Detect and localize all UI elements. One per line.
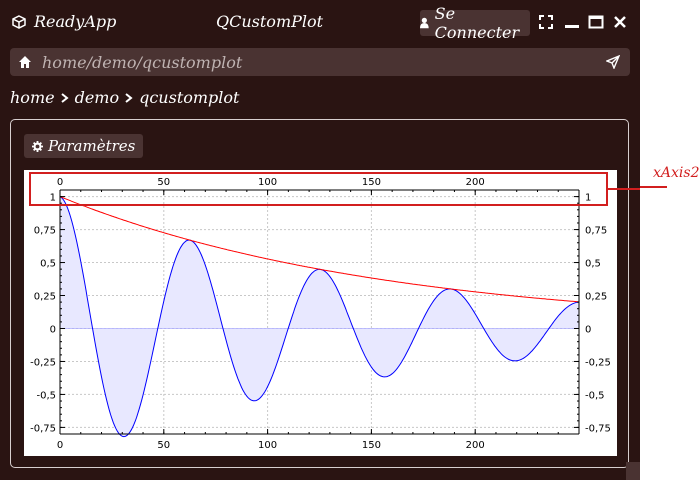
y-tick-label: 0,5: [40, 259, 56, 270]
minimize-icon[interactable]: [564, 14, 580, 30]
breadcrumb-demo[interactable]: demo: [75, 88, 120, 107]
breadcrumb-home[interactable]: home: [10, 88, 55, 107]
connect-button[interactable]: Se Connecter: [420, 4, 530, 42]
breadcrumb: home demo qcustomplot: [10, 88, 239, 107]
close-icon[interactable]: [612, 14, 628, 30]
chart-svg[interactable]: 0 50 100 150 2000 50 100 150 2001 10,75 0,750,5 0,5…: [24, 170, 617, 456]
xaxis2-callout-label: xAxis2: [653, 165, 700, 181]
y2-tick-label: 0: [585, 324, 591, 335]
x-tick-label: 150: [362, 440, 381, 451]
fullscreen-icon[interactable]: [538, 14, 554, 30]
chevron-right-icon: [125, 92, 133, 103]
connect-label: Se Connecter: [434, 4, 520, 42]
y-tick-label: -0,5: [36, 390, 56, 401]
y-tick-label: 0,75: [34, 226, 56, 237]
window-title: QCustomPlot: [216, 12, 324, 31]
x-tick-label: 50: [157, 440, 170, 451]
y2-tick-label: 0,75: [585, 226, 607, 237]
callout-line: [640, 186, 667, 188]
y2-tick-label: -0,5: [585, 390, 605, 401]
plot-area[interactable]: 0 50 100 150 200 0 50 100 150 200 1 1 0,75 0,75 0,5 0,5…: [24, 170, 617, 456]
title-bar: ReadyApp QCustomPlot Se Connecter: [0, 0, 640, 44]
y2-tick-label: -0,25: [585, 357, 611, 368]
address-bar[interactable]: home/demo/qcustomplot: [10, 48, 630, 76]
settings-label: Paramètres: [48, 137, 136, 155]
y-tick-label: -0,25: [30, 357, 56, 368]
x-tick-label: 0: [57, 440, 63, 451]
y-tick-label: 0,25: [34, 292, 56, 303]
settings-button[interactable]: Paramètres: [24, 134, 144, 158]
address-url[interactable]: home/demo/qcustomplot: [42, 53, 242, 72]
breadcrumb-qcustomplot: qcustomplot: [139, 88, 240, 107]
xaxis2-highlight-box: [29, 172, 608, 206]
chevron-right-icon: [60, 92, 69, 103]
send-icon[interactable]: [606, 55, 620, 69]
scrollbar-handle[interactable]: [626, 462, 640, 480]
y2-tick-label: -0,75: [585, 423, 611, 434]
app-name: ReadyApp: [34, 12, 117, 31]
y-tick-label: 0: [50, 324, 56, 335]
cube-icon: [12, 14, 26, 29]
app-brand[interactable]: ReadyApp: [12, 12, 116, 31]
y2-tick-label: 0,5: [585, 259, 601, 270]
x-tick-label: 200: [466, 440, 485, 451]
maximize-icon[interactable]: [588, 14, 604, 30]
series-fill-area: [60, 196, 579, 437]
gear-icon: [32, 140, 43, 152]
y-tick-label: -0,75: [30, 423, 56, 434]
x-tick-label: 100: [258, 440, 277, 451]
home-icon[interactable]: [18, 55, 32, 69]
y2-tick-label: 0,25: [585, 292, 607, 303]
user-icon: [420, 17, 429, 29]
callout-line: [608, 188, 640, 190]
